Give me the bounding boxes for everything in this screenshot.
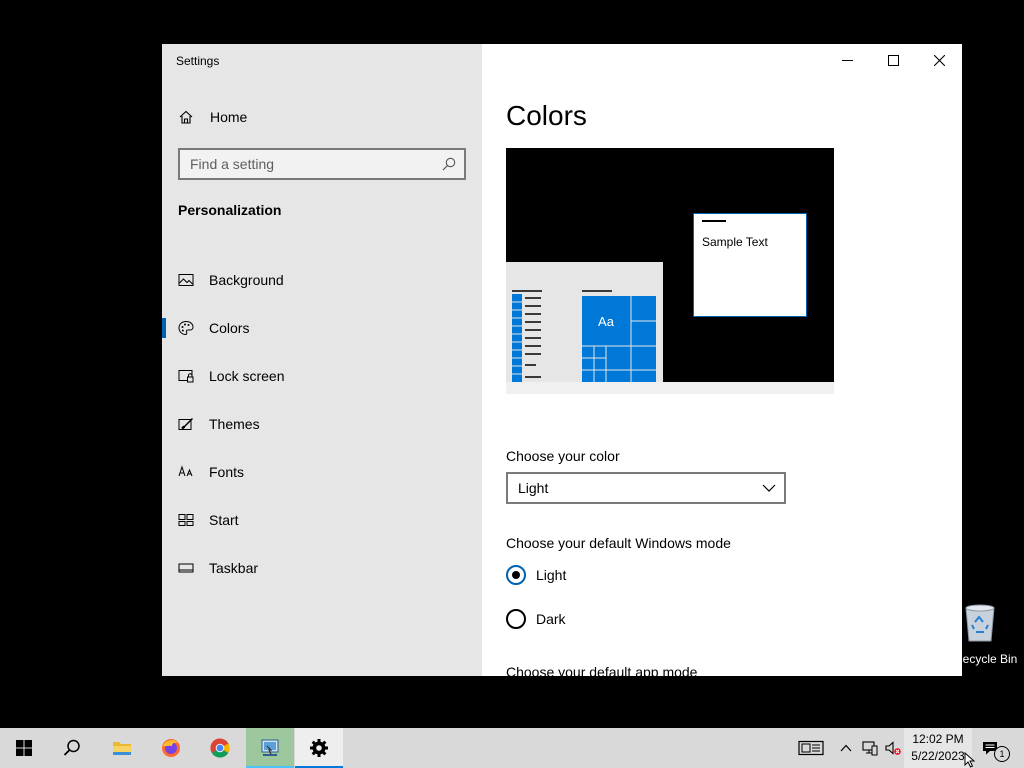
section-title: Personalization (178, 202, 282, 218)
preview-tile-text: Aa (598, 313, 614, 329)
search-input[interactable] (180, 150, 440, 178)
sidebar-item-label: Background (209, 272, 284, 288)
palette-icon (178, 320, 194, 336)
sidebar-item-background[interactable]: Background (162, 256, 482, 304)
preview-window: Sample Text (693, 213, 807, 317)
sidebar-item-fonts[interactable]: Fonts (162, 448, 482, 496)
windows-mode-label: Choose your default Windows mode (506, 535, 731, 551)
radio-selected-icon (506, 565, 526, 585)
settings-window: Settings Home Personalization Background (162, 44, 962, 676)
windows-mode-light-radio[interactable]: Light (506, 565, 566, 585)
action-center-button[interactable]: 1 (980, 734, 1012, 762)
settings-taskbar-button[interactable] (295, 728, 343, 768)
mouse-cursor-icon (964, 752, 976, 768)
settings-sidebar: Settings Home Personalization Background (162, 44, 482, 676)
news-widget-icon[interactable] (798, 740, 824, 756)
firefox-icon (162, 739, 180, 757)
firefox-button[interactable] (147, 728, 195, 768)
control-panel-button[interactable] (246, 728, 294, 768)
preview-sample-text: Sample Text (702, 235, 768, 249)
sidebar-item-lock-screen[interactable]: Lock screen (162, 352, 482, 400)
color-preview: Aa Sample Text (506, 148, 834, 394)
clock-time: 12:02 PM (912, 732, 964, 746)
preview-window-bar (702, 220, 726, 222)
page-title: Colors (506, 100, 587, 131)
preview-bottom-strip (506, 382, 834, 394)
search-icon[interactable] (442, 157, 456, 171)
settings-nav: Background Colors Lock screen Themes Fon… (162, 256, 482, 592)
notification-count: 1 (994, 746, 1010, 762)
volume-muted-icon[interactable] (885, 740, 901, 756)
recycle-bin-label: Recycle Bin (954, 652, 1018, 666)
start-button[interactable] (0, 728, 48, 768)
sidebar-item-colors[interactable]: Colors (162, 304, 482, 352)
settings-content: Colors Aa Sample Text Choose your color … (482, 44, 962, 676)
recycle-bin-icon (965, 604, 995, 642)
control-panel-icon (261, 739, 279, 756)
chrome-button[interactable] (196, 728, 244, 768)
fonts-icon (178, 465, 193, 477)
chevron-up-icon[interactable] (838, 740, 854, 756)
sidebar-item-themes[interactable]: Themes (162, 400, 482, 448)
gear-icon (310, 739, 328, 757)
radio-unselected-icon (506, 609, 526, 629)
sidebar-item-label: Start (209, 512, 239, 528)
windows-mode-dark-radio[interactable]: Dark (506, 609, 566, 629)
sidebar-item-taskbar[interactable]: Taskbar (162, 544, 482, 592)
radio-label: Dark (536, 611, 566, 627)
taskbar: 12:02 PM 5/22/2023 1 (0, 728, 1024, 768)
picture-icon (178, 274, 194, 286)
folder-icon (113, 742, 131, 755)
sidebar-item-label: Lock screen (209, 368, 285, 384)
brush-icon (178, 417, 194, 430)
home-label: Home (210, 109, 248, 125)
sidebar-item-label: Themes (209, 416, 260, 432)
sidebar-item-label: Fonts (209, 464, 245, 480)
clock-date: 5/22/2023 (911, 749, 965, 763)
window-title: Settings (176, 54, 220, 68)
clock[interactable]: 12:02 PM 5/22/2023 (904, 728, 972, 768)
sidebar-item-start[interactable]: Start (162, 496, 482, 544)
radio-label: Light (536, 567, 567, 583)
preview-start-menu: Aa (506, 262, 663, 382)
chrome-icon (210, 738, 230, 758)
start-tiles-icon (178, 514, 194, 526)
choose-color-label: Choose your color (506, 448, 620, 464)
home-icon (179, 110, 193, 124)
sidebar-item-label: Colors (209, 320, 250, 336)
windows-logo-icon (16, 740, 32, 756)
file-explorer-button[interactable] (98, 728, 146, 768)
chevron-down-icon (762, 484, 776, 492)
choose-color-value: Light (518, 480, 549, 496)
search-box[interactable] (178, 148, 466, 180)
network-icon[interactable] (862, 740, 878, 756)
taskbar-search-button[interactable] (48, 728, 96, 768)
home-link[interactable]: Home (178, 106, 247, 128)
search-icon (63, 739, 80, 756)
taskbar-icon (178, 563, 194, 573)
lock-screen-icon (178, 370, 194, 383)
app-mode-label: Choose your default app mode (506, 664, 698, 676)
sidebar-item-label: Taskbar (209, 560, 259, 576)
choose-color-dropdown[interactable]: Light (506, 472, 786, 504)
